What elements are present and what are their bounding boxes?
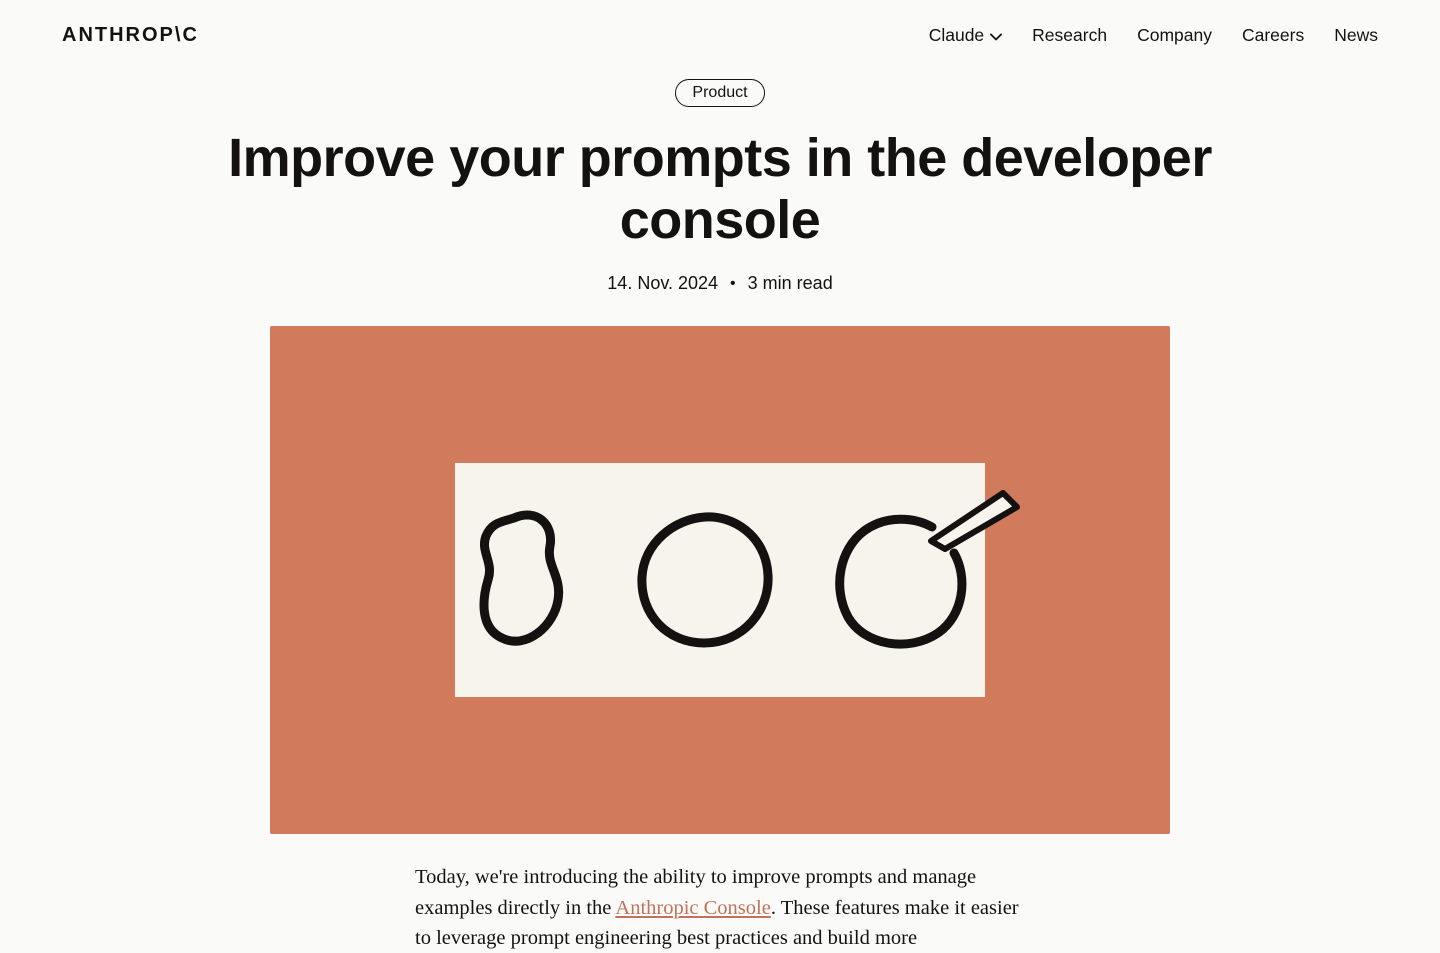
article-main: Product Improve your prompts in the deve… [0, 71, 1440, 953]
category-badge: Product [675, 79, 764, 107]
site-header: ANTHROP\C Claude Research Company Career… [0, 0, 1440, 71]
pencil-icon [925, 483, 1025, 553]
nav-claude[interactable]: Claude [929, 25, 1002, 46]
nav-research[interactable]: Research [1032, 25, 1107, 46]
nav-company[interactable]: Company [1137, 25, 1212, 46]
article-paragraph: Today, we're introducing the ability to … [415, 862, 1025, 953]
hero-paper [455, 463, 985, 697]
primary-nav: Claude Research Company Careers News [929, 25, 1378, 46]
chevron-down-icon [990, 25, 1002, 46]
article-read-time: 3 min read [748, 273, 833, 294]
nav-careers[interactable]: Careers [1242, 25, 1304, 46]
article-body: Today, we're introducing the ability to … [415, 862, 1025, 953]
meta-separator: • [730, 275, 736, 293]
nav-news[interactable]: News [1334, 25, 1378, 46]
article-date: 14. Nov. 2024 [607, 273, 718, 294]
article-meta: 14. Nov. 2024 • 3 min read [607, 273, 832, 294]
blob-shape-icon [466, 500, 586, 660]
rough-circle-icon [630, 505, 780, 655]
brand-logo[interactable]: ANTHROP\C [62, 24, 199, 47]
page-title: Improve your prompts in the developer co… [220, 127, 1220, 251]
nav-claude-label: Claude [929, 25, 984, 46]
hero-illustration [270, 326, 1170, 834]
